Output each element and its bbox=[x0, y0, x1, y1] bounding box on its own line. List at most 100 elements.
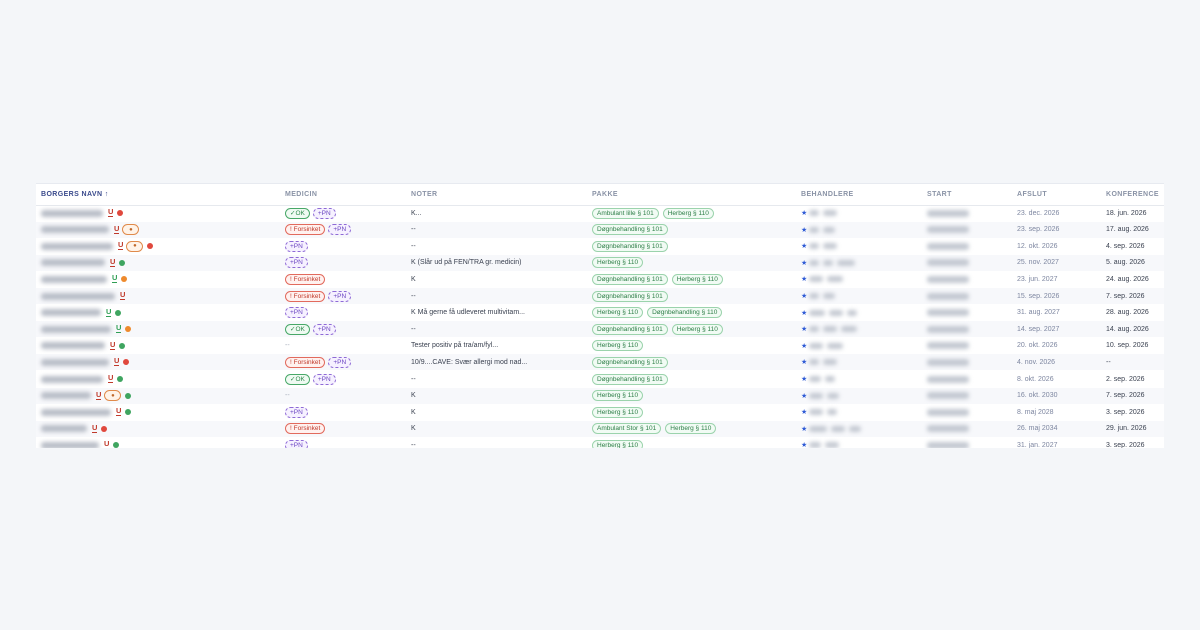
medicin-ok-badge[interactable]: ✓OK bbox=[285, 207, 310, 219]
note-cell[interactable]: K bbox=[411, 388, 416, 404]
redacted-name[interactable] bbox=[41, 425, 87, 433]
redacted-name[interactable] bbox=[41, 342, 105, 350]
medicin-pn-badge[interactable]: +PN bbox=[328, 224, 352, 236]
note-cell[interactable]: Tester positiv på tra/am/fyl... bbox=[411, 338, 498, 354]
medicin-pn-badge[interactable]: +PN bbox=[285, 240, 308, 252]
medicin-pn-badge[interactable]: +PN bbox=[328, 356, 352, 368]
package-tag[interactable]: Døgnbehandling § 101 bbox=[592, 290, 668, 302]
redacted-name[interactable] bbox=[41, 325, 111, 333]
note-cell[interactable]: -- bbox=[411, 288, 416, 304]
column-header-start[interactable]: START bbox=[927, 184, 952, 205]
column-header-behandlere[interactable]: BEHANDLERE bbox=[801, 184, 854, 205]
medicin-ok-badge[interactable]: ✓OK bbox=[285, 373, 310, 385]
redacted-name[interactable] bbox=[41, 242, 113, 250]
table-row[interactable]: U ● -- K Herberg § 110 ★ 16. okt. 2030 7. sep. … bbox=[36, 387, 1164, 404]
package-tag[interactable]: Døgnbehandling § 101 bbox=[592, 356, 668, 368]
column-header-konference[interactable]: KONFERENCE bbox=[1106, 184, 1159, 205]
medicin-ok-badge[interactable]: ✓OK bbox=[285, 323, 310, 335]
medicin-pn-badge[interactable]: +PN bbox=[285, 257, 308, 269]
note-cell[interactable]: K... bbox=[411, 205, 422, 221]
primary-star-icon: ★ bbox=[801, 226, 808, 234]
redacted-name[interactable] bbox=[41, 259, 105, 267]
table-row[interactable]: U ● ! Forsinket +PN -- Døgnbehandling § 101 ★ 2… bbox=[36, 221, 1164, 238]
table-row[interactable]: U +PN -- Herberg § 110 ★ 31. jan. 2027 3. sep.… bbox=[36, 437, 1164, 448]
konference-date: 3. sep. 2026 bbox=[1106, 408, 1145, 416]
redacted-name[interactable] bbox=[41, 392, 91, 400]
redacted-name[interactable] bbox=[41, 375, 103, 383]
package-tag[interactable]: Døgnbehandling § 101 bbox=[592, 273, 668, 285]
redacted-name[interactable] bbox=[41, 209, 103, 217]
medicin-pn-badge[interactable]: +PN bbox=[285, 406, 308, 418]
package-tag[interactable]: Herberg § 110 bbox=[592, 307, 644, 319]
package-tag[interactable]: Døgnbehandling § 101 bbox=[592, 224, 668, 236]
medicin-pn-badge[interactable]: +PN bbox=[328, 290, 352, 302]
note-cell[interactable]: K (Slår ud på FEN/TRA gr. medicin) bbox=[411, 255, 521, 271]
package-tag[interactable]: Herberg § 110 bbox=[671, 273, 723, 285]
table-row[interactable]: U ✓OK +PN -- Døgnbehandling § 101 ★ 8. okt. 20… bbox=[36, 371, 1164, 387]
medicin-pn-badge[interactable]: +PN bbox=[312, 323, 336, 335]
table-row[interactable]: U ! Forsinket +PN 10/9....CAVE: Svær allerg… bbox=[36, 354, 1164, 371]
redacted-name[interactable] bbox=[41, 309, 101, 317]
package-tag[interactable]: Ambulant lille § 101 bbox=[592, 207, 659, 219]
medicin-pn-badge[interactable]: +PN bbox=[285, 307, 308, 319]
redacted-name[interactable] bbox=[41, 226, 109, 234]
medicin-late-badge[interactable]: ! Forsinket bbox=[285, 356, 326, 368]
medicin-late-badge[interactable]: ! Forsinket bbox=[285, 423, 326, 435]
table-row[interactable]: U +PN K (Slår ud på FEN/TRA gr. medicin) He… bbox=[36, 254, 1164, 271]
medicin-late-badge[interactable]: ! Forsinket bbox=[285, 290, 326, 302]
table-row[interactable]: U +PN K Må gerne få udleveret multivitam..… bbox=[36, 305, 1164, 321]
table-row[interactable]: U ! Forsinket K Døgnbehandling § 101 Herberg… bbox=[36, 271, 1164, 287]
package-tag[interactable]: Herberg § 110 bbox=[665, 423, 717, 435]
redacted-name[interactable] bbox=[41, 292, 115, 300]
table-row[interactable]: U +PN K Herberg § 110 ★ 8. maj 2028 3. sep. 20… bbox=[36, 404, 1164, 420]
note-cell[interactable]: -- bbox=[411, 321, 416, 337]
note-cell[interactable]: K bbox=[411, 271, 416, 287]
table-row[interactable]: U -- Tester positiv på tra/am/fyl... Herber… bbox=[36, 338, 1164, 354]
medicin-late-badge[interactable]: ! Forsinket bbox=[285, 273, 326, 285]
column-header-name[interactable]: BORGERS NAVN ↑ bbox=[41, 184, 109, 205]
status-dot-icon bbox=[125, 326, 132, 333]
redacted-name[interactable] bbox=[41, 441, 99, 448]
table-row[interactable]: U ✓OK +PN K... Ambulant lille § 101 Herberg §… bbox=[36, 205, 1164, 221]
package-tag[interactable]: Ambulant Stor § 101 bbox=[592, 423, 662, 435]
package-tag[interactable]: Døgnbehandling § 110 bbox=[647, 307, 723, 319]
package-tag[interactable]: Døgnbehandling § 101 bbox=[592, 323, 668, 335]
package-tag[interactable]: Herberg § 110 bbox=[671, 323, 723, 335]
column-header-pakke[interactable]: PAKKE bbox=[592, 184, 618, 205]
package-tag[interactable]: Herberg § 110 bbox=[592, 390, 644, 402]
table-row[interactable]: U ! Forsinket +PN -- Døgnbehandling § 101 ★ 15… bbox=[36, 288, 1164, 304]
package-tag[interactable]: Døgnbehandling § 101 bbox=[592, 240, 668, 252]
package-tag[interactable]: Herberg § 110 bbox=[592, 439, 644, 448]
note-cell[interactable]: 10/9....CAVE: Svær allergi mod nad... bbox=[411, 354, 527, 370]
column-header-afslut[interactable]: AFSLUT bbox=[1017, 184, 1047, 205]
redacted-start-date bbox=[927, 259, 969, 267]
table-row[interactable]: U ● +PN -- Døgnbehandling § 101 ★ 12. okt. 202… bbox=[36, 238, 1164, 254]
package-tag[interactable]: Herberg § 110 bbox=[592, 257, 644, 269]
pakke-cell: Herberg § 110 bbox=[592, 437, 647, 448]
package-tag[interactable]: Døgnbehandling § 101 bbox=[592, 373, 668, 385]
note-cell[interactable]: -- bbox=[411, 371, 416, 387]
note-cell[interactable]: K bbox=[411, 404, 416, 420]
redacted-name[interactable] bbox=[41, 358, 109, 366]
table-row[interactable]: U ! Forsinket K Ambulant Stor § 101 Herberg … bbox=[36, 420, 1164, 437]
note-cell[interactable]: -- bbox=[411, 437, 416, 448]
medicin-pn-badge[interactable]: +PN bbox=[312, 373, 336, 385]
note-cell[interactable]: K bbox=[411, 421, 416, 437]
table-row[interactable]: U ✓OK +PN -- Døgnbehandling § 101 Herberg § 1… bbox=[36, 321, 1164, 338]
package-tag[interactable]: Herberg § 110 bbox=[662, 207, 714, 219]
package-tag[interactable]: Herberg § 110 bbox=[592, 406, 644, 418]
medicin-pn-badge[interactable]: +PN bbox=[285, 439, 308, 448]
note-cell[interactable]: -- bbox=[411, 238, 416, 254]
note-cell[interactable]: K Må gerne få udleveret multivitam... bbox=[411, 305, 525, 321]
medicin-pn-badge[interactable]: +PN bbox=[312, 207, 336, 219]
start-cell bbox=[927, 288, 969, 304]
primary-star-icon: ★ bbox=[801, 276, 808, 284]
redacted-start-date bbox=[927, 441, 969, 448]
redacted-name[interactable] bbox=[41, 408, 111, 416]
medicin-late-badge[interactable]: ! Forsinket bbox=[285, 224, 326, 236]
redacted-name[interactable] bbox=[41, 275, 107, 283]
column-header-medicin[interactable]: MEDICIN bbox=[285, 184, 317, 205]
package-tag[interactable]: Herberg § 110 bbox=[592, 340, 644, 352]
note-cell[interactable]: -- bbox=[411, 222, 416, 238]
column-header-noter[interactable]: NOTER bbox=[411, 184, 438, 205]
